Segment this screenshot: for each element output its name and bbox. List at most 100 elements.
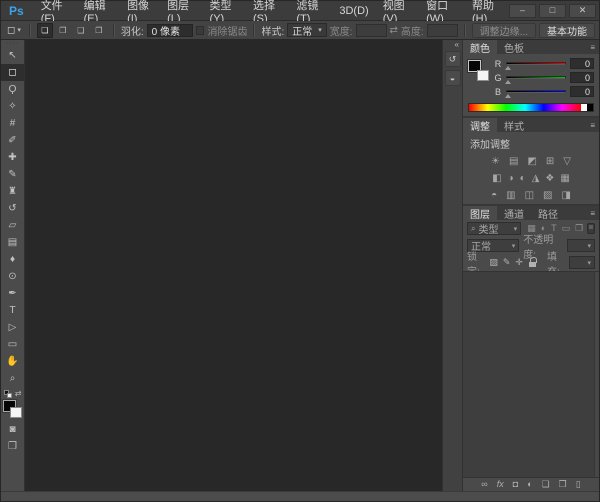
gradient-map-icon[interactable]: ▨ <box>543 191 552 201</box>
layer-style-button[interactable]: fx <box>497 480 504 489</box>
color-lookup-icon[interactable]: ▦ <box>560 174 569 184</box>
history-brush-tool[interactable]: ↺ <box>1 200 24 217</box>
blur-tool[interactable]: ♦ <box>1 251 24 268</box>
color-panel-menu-icon[interactable]: ≡ <box>586 40 599 54</box>
layer-mask-button[interactable]: ◘ <box>513 480 518 489</box>
menu-layer[interactable]: 图层(L) <box>160 1 202 20</box>
menu-image[interactable]: 图像(I) <box>120 1 160 20</box>
dodge-tool[interactable]: ⊙ <box>1 268 24 285</box>
exposure-icon[interactable]: ⊞ <box>546 157 554 167</box>
selective-color-icon[interactable]: ◨ <box>561 191 570 201</box>
swap-colors-icon[interactable]: ⇄ <box>15 389 22 398</box>
tab-styles[interactable]: 样式 <box>497 118 531 132</box>
layers-panel-menu-icon[interactable]: ≡ <box>586 206 599 220</box>
crop-tool[interactable]: # <box>1 115 24 132</box>
intersect-selection-button[interactable]: ❒ <box>91 23 107 38</box>
menu-3d[interactable]: 3D(D) <box>332 1 375 20</box>
link-layers-button[interactable]: ∞ <box>481 480 487 489</box>
opacity-input[interactable]: ▾ <box>567 239 595 252</box>
tab-layers[interactable]: 图层 <box>463 206 497 220</box>
lock-all-icon[interactable] <box>528 257 537 268</box>
properties-panel-icon[interactable]: ◒ <box>445 70 461 86</box>
expand-panels-icon[interactable]: « <box>455 40 462 51</box>
menu-help[interactable]: 帮助(H) <box>465 1 509 20</box>
spectrum-gradient[interactable] <box>469 104 581 111</box>
color-spectrum-ramp[interactable] <box>468 103 594 112</box>
menu-edit[interactable]: 编辑(E) <box>77 1 120 20</box>
menu-filter[interactable]: 滤镜(T) <box>289 1 332 20</box>
shape-tool[interactable]: ▭ <box>1 336 24 353</box>
channel-mixer-icon[interactable]: ❖ <box>545 174 554 184</box>
delete-layer-button[interactable]: ▯ <box>576 480 581 489</box>
height-input[interactable] <box>427 24 458 37</box>
width-input[interactable] <box>356 24 387 37</box>
history-panel-icon[interactable]: ↺ <box>445 51 461 67</box>
move-tool[interactable]: ↖ <box>1 47 24 64</box>
panel-color-swatches[interactable] <box>468 60 489 81</box>
tab-paths[interactable]: 路径 <box>531 206 565 220</box>
channel-slider[interactable] <box>506 62 566 65</box>
menu-type[interactable]: 类型(Y) <box>203 1 246 20</box>
maximize-button[interactable]: □ <box>539 4 566 18</box>
swap-dimensions-icon[interactable]: ⇄ <box>390 25 398 36</box>
lock-pixels-icon[interactable]: ✎ <box>503 258 511 267</box>
style-select[interactable]: 正常 ▾ <box>287 23 327 37</box>
tab-swatches[interactable]: 色板 <box>497 40 531 54</box>
lock-position-icon[interactable]: ✛ <box>515 258 523 267</box>
feather-input[interactable]: 0 像素 <box>147 24 194 37</box>
threshold-icon[interactable]: ◫ <box>525 191 534 201</box>
tab-color[interactable]: 颜色 <box>463 40 497 54</box>
filter-shape-layers-icon[interactable]: ▭ <box>562 224 571 233</box>
brush-tool[interactable]: ✎ <box>1 166 24 183</box>
channel-value-input[interactable]: 0 <box>570 72 594 83</box>
tool-preset-picker[interactable]: ◻ ▾ <box>5 25 23 36</box>
screen-mode-button[interactable]: ❐ <box>8 438 17 454</box>
minimize-button[interactable]: – <box>509 4 536 18</box>
clone-stamp-tool[interactable]: ♜ <box>1 183 24 200</box>
gradient-tool[interactable]: ▤ <box>1 234 24 251</box>
filter-smart-objects-icon[interactable]: ❐ <box>575 224 583 233</box>
color-balance-icon[interactable]: ◑ <box>508 174 514 184</box>
quick-mask-button[interactable]: ◙ <box>9 421 15 437</box>
menu-select[interactable]: 选择(S) <box>246 1 289 20</box>
levels-icon[interactable]: ▤ <box>509 157 518 167</box>
lasso-tool[interactable]: Ϙ <box>1 81 24 98</box>
adjustment-layer-button[interactable]: ◐ <box>527 480 532 489</box>
photo-filter-icon[interactable]: ◮ <box>532 174 540 184</box>
fill-input[interactable]: ▾ <box>569 256 595 269</box>
menu-view[interactable]: 视图(V) <box>376 1 419 20</box>
new-layer-button[interactable]: ❐ <box>559 480 567 489</box>
rect-marquee-tool[interactable]: ◻ <box>1 64 24 81</box>
toolbar-grip[interactable]: ∙∙∙∙ <box>1 40 24 47</box>
close-button[interactable]: ✕ <box>569 4 596 18</box>
vibrance-icon[interactable]: ▽ <box>563 157 571 167</box>
layer-filter-kind-select[interactable]: ⌕ 类型 ▾ <box>467 222 521 235</box>
layers-scrollbar[interactable] <box>594 272 599 477</box>
channel-slider[interactable] <box>506 90 566 93</box>
invert-icon[interactable]: ◓ <box>491 191 497 201</box>
new-selection-button[interactable]: ❏ <box>37 23 53 38</box>
type-tool[interactable]: T <box>1 302 24 319</box>
layer-filter-toggle[interactable] <box>587 223 595 234</box>
channel-slider[interactable] <box>506 76 566 79</box>
brightness-contrast-icon[interactable]: ☀ <box>491 157 500 167</box>
hue-saturation-icon[interactable]: ◧ <box>492 174 501 184</box>
antialias-checkbox[interactable] <box>196 26 204 35</box>
eyedropper-tool[interactable]: ✐ <box>1 132 24 149</box>
zoom-tool[interactable]: ⌕ <box>1 370 24 387</box>
channel-value-input[interactable]: 0 <box>570 58 594 69</box>
black-swatch[interactable] <box>587 104 593 111</box>
layer-group-button[interactable]: ❏ <box>542 480 550 489</box>
add-to-selection-button[interactable]: ❐ <box>55 23 71 38</box>
hand-tool[interactable]: ✋ <box>1 353 24 370</box>
pen-tool[interactable]: ✒ <box>1 285 24 302</box>
menu-file[interactable]: 文件(F) <box>34 1 77 20</box>
curves-icon[interactable]: ◩ <box>527 157 536 167</box>
lock-transparency-icon[interactable]: ▨ <box>489 258 498 267</box>
adjustments-panel-menu-icon[interactable]: ≡ <box>586 118 599 132</box>
quick-selection-tool[interactable]: ✧ <box>1 98 24 115</box>
posterize-icon[interactable]: ▥ <box>506 191 515 201</box>
healing-brush-tool[interactable]: ✚ <box>1 149 24 166</box>
foreground-background-swatches[interactable] <box>3 400 22 418</box>
background-color-swatch[interactable] <box>10 407 22 418</box>
